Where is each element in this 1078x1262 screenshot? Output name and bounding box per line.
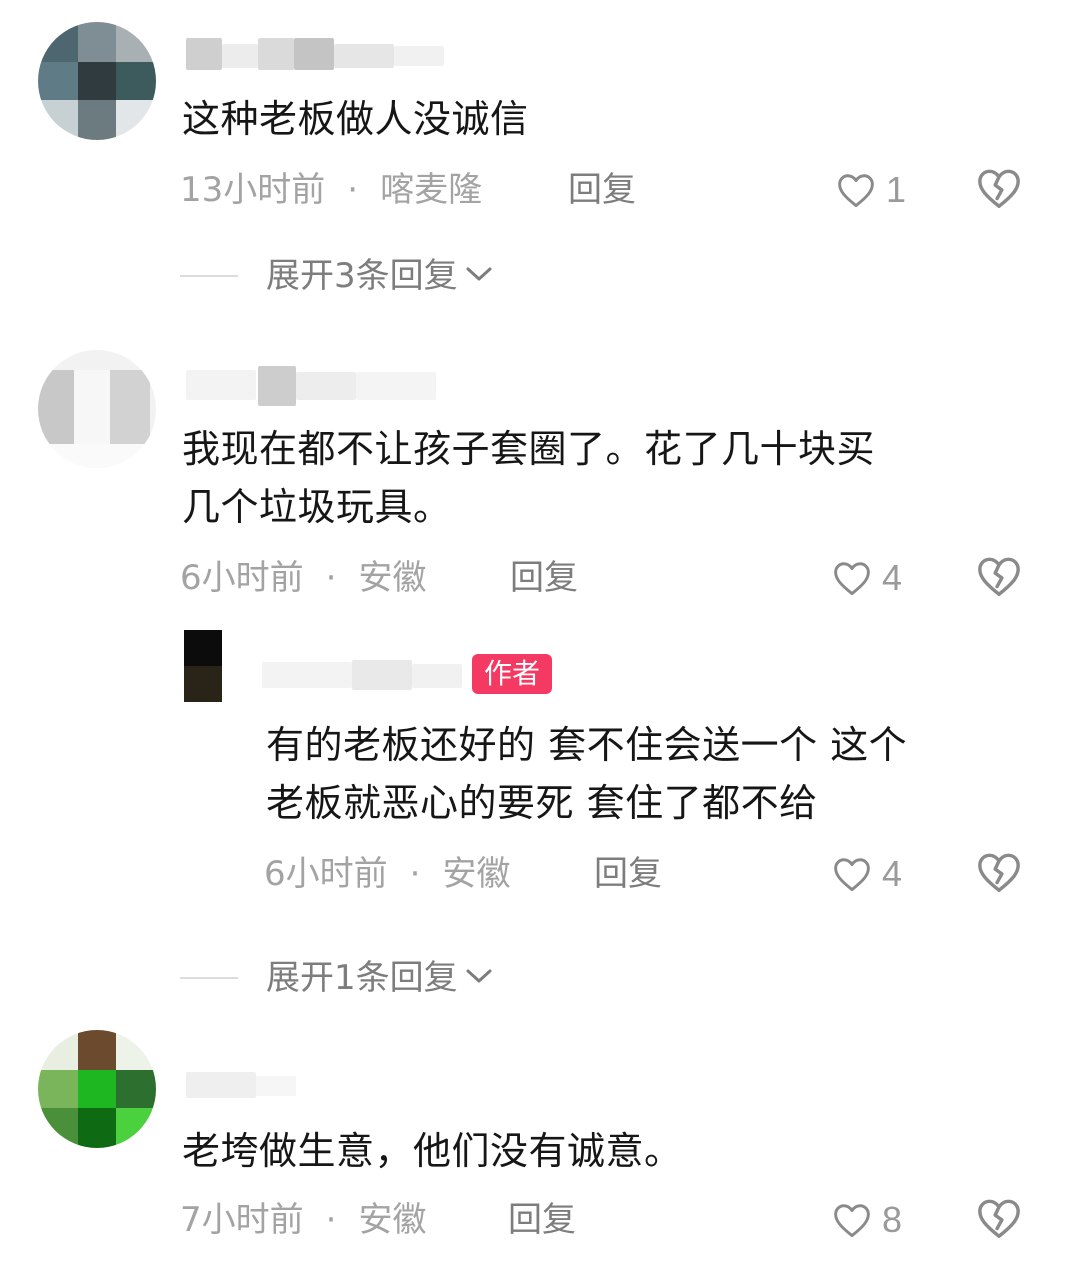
comment-line: 我现在都不让孩子套圈了。花了几十块买	[182, 427, 876, 471]
broken-heart-icon	[976, 853, 1022, 898]
comment-line: 几个垃圾玩具。	[182, 485, 452, 529]
location: 安徽	[442, 854, 511, 894]
chevron-down-icon	[458, 966, 494, 990]
reply-button[interactable]: 回复	[508, 1200, 576, 1240]
comment-text: 老垮做生意，他们没有诚意。	[182, 1122, 683, 1180]
timestamp: 13小时前	[180, 170, 326, 210]
reply-button[interactable]: 回复	[568, 170, 636, 210]
like-count: 4	[882, 853, 903, 894]
timestamp: 6小时前	[180, 558, 304, 598]
broken-heart-icon	[976, 1199, 1022, 1244]
dislike-button[interactable]	[976, 166, 1022, 212]
comment-meta: 6小时前 · 安徽	[264, 854, 510, 894]
comment-line: 老垮做生意，他们没有诚意。	[182, 1129, 683, 1173]
reply-button[interactable]: 回复	[594, 854, 662, 894]
chevron-down-icon	[458, 264, 494, 288]
heart-outline-icon	[832, 856, 872, 892]
like-button[interactable]: 1	[836, 168, 906, 212]
dislike-button[interactable]	[976, 1196, 1022, 1242]
reply-button[interactable]: 回复	[510, 558, 578, 598]
like-count: 4	[882, 557, 903, 598]
separator: ·	[325, 1200, 337, 1240]
avatar[interactable]	[184, 630, 222, 702]
divider-line	[180, 275, 238, 277]
avatar[interactable]	[38, 1030, 156, 1148]
like-button[interactable]: 8	[832, 1198, 902, 1242]
comment-line: 老板就恶心的要死 套住了都不给	[266, 781, 818, 825]
timestamp: 7小时前	[180, 1200, 304, 1240]
separator: ·	[347, 170, 359, 210]
heart-outline-icon	[832, 560, 872, 596]
comment-meta: 7小时前 · 安徽	[180, 1200, 426, 1240]
location: 安徽	[358, 558, 427, 598]
expand-replies-label: 展开1条回复	[266, 958, 458, 998]
divider-line	[180, 977, 238, 979]
heart-outline-icon	[832, 1202, 872, 1238]
like-button[interactable]: 4	[832, 852, 902, 896]
comment-line: 这种老板做人没诚信	[182, 97, 529, 141]
location: 喀麦隆	[380, 170, 483, 210]
reply-text: 有的老板还好的 套不住会送一个 这个 老板就恶心的要死 套住了都不给	[266, 716, 907, 832]
comment-meta: 13小时前 · 喀麦隆	[180, 170, 482, 210]
dislike-button[interactable]	[976, 554, 1022, 600]
location: 安徽	[358, 1200, 427, 1240]
timestamp: 6小时前	[264, 854, 388, 894]
heart-outline-icon	[836, 172, 876, 208]
expand-replies-button[interactable]: 展开3条回复	[180, 254, 494, 298]
avatar[interactable]	[38, 22, 156, 140]
expand-replies-button[interactable]: 展开1条回复	[180, 956, 494, 1000]
comment-meta: 6小时前 · 安徽	[180, 558, 426, 598]
broken-heart-icon	[976, 169, 1022, 214]
expand-replies-label: 展开3条回复	[266, 256, 458, 296]
dislike-button[interactable]	[976, 850, 1022, 896]
separator: ·	[409, 854, 421, 894]
separator: ·	[325, 558, 337, 598]
comment-line: 有的老板还好的 套不住会送一个 这个	[266, 723, 908, 767]
broken-heart-icon	[976, 557, 1022, 602]
author-badge: 作者	[472, 654, 553, 694]
avatar[interactable]	[38, 350, 156, 468]
comment-text: 我现在都不让孩子套圈了。花了几十块买 几个垃圾玩具。	[182, 420, 875, 536]
like-count: 1	[886, 169, 907, 210]
comment-text: 这种老板做人没诚信	[182, 90, 529, 148]
like-button[interactable]: 4	[832, 556, 902, 600]
like-count: 8	[882, 1199, 903, 1240]
